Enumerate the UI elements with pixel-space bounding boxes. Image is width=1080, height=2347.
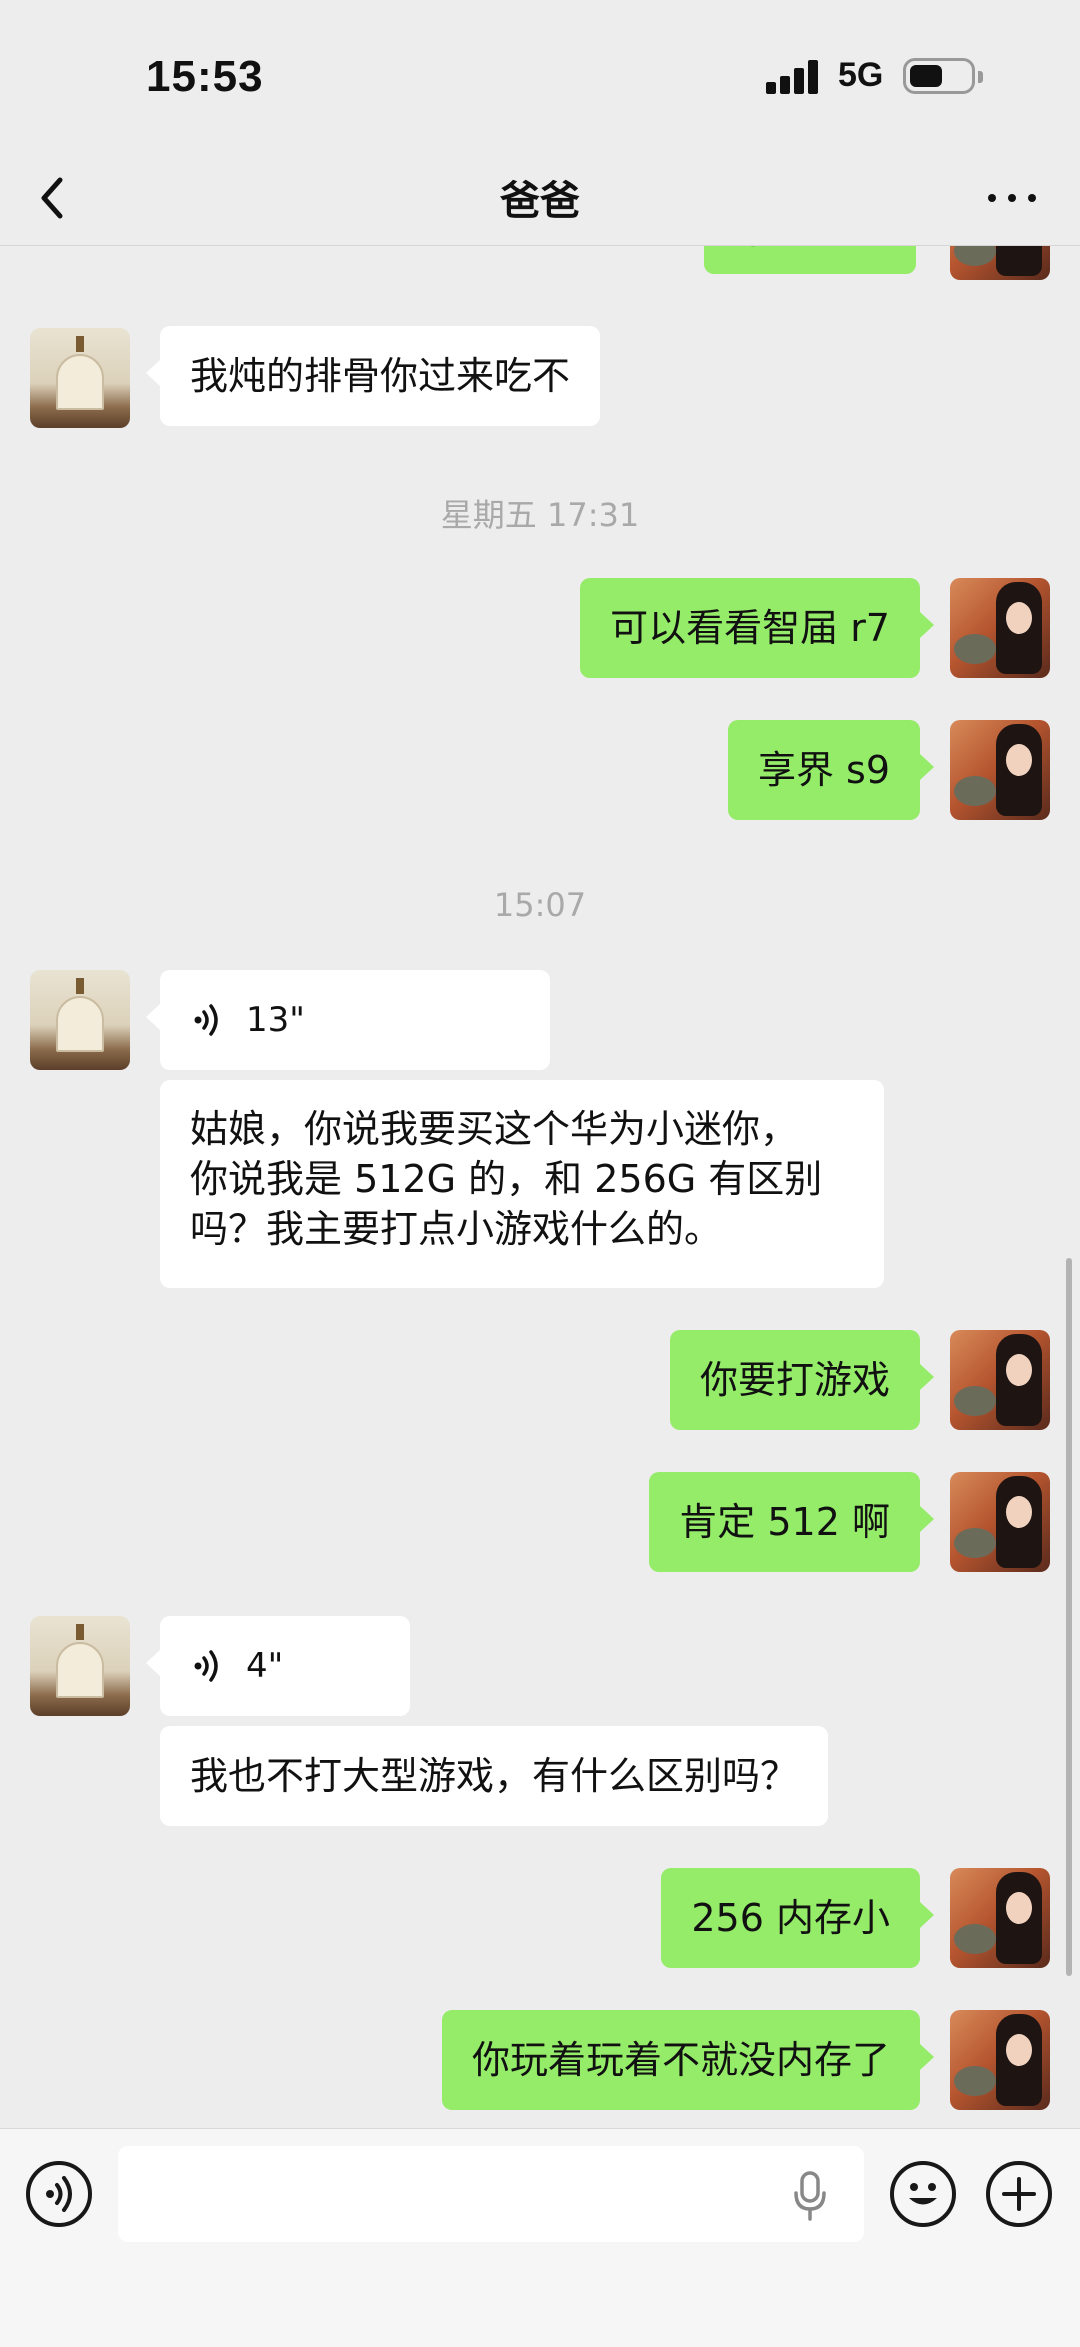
voice-wave-icon (194, 1004, 218, 1036)
plus-icon (1002, 2177, 1036, 2211)
message-bubble-self[interactable]: 你玩着玩着不就没内存了 (441, 2010, 935, 2110)
voice-duration: 4" (246, 1646, 284, 1686)
message-bubble-other[interactable]: 我也不打大型游戏，有什么区别吗？ (160, 1726, 829, 1826)
voice-wave-icon (194, 1650, 218, 1682)
chat-header: 爸爸 (0, 150, 1080, 246)
microphone-icon[interactable] (790, 2169, 830, 2223)
voice-duration: 13" (246, 1000, 305, 1040)
avatar-self[interactable] (950, 1472, 1050, 1572)
avatar-self[interactable] (950, 246, 1050, 280)
emoji-icon (909, 2183, 937, 2205)
message-bubble-self[interactable]: 肯定 512 啊 (649, 1472, 934, 1572)
message-bubble-self[interactable]: 不知道呢 (703, 246, 916, 274)
avatar-self[interactable] (950, 720, 1050, 820)
network-type: 5G (838, 56, 884, 94)
message-timestamp: 星期五 17:31 (440, 496, 640, 534)
voice-toggle-button[interactable] (26, 2161, 92, 2227)
message-line: 姑娘，你说我要买这个华为小迷你， (190, 1107, 799, 1151)
message-line: 吗？我主要打点小游戏什么的。 (190, 1207, 723, 1251)
message-bubble-self[interactable]: 享界 s9 (727, 720, 935, 820)
emoji-button[interactable] (890, 2161, 956, 2227)
input-bar (0, 2128, 1080, 2347)
signal-icon (766, 58, 820, 94)
status-bar: 15:53 5G (0, 0, 1080, 150)
message-bubble-self[interactable]: 你要打游戏 (669, 1330, 935, 1430)
message-bubble-other[interactable]: 我炖的排骨你过来吃不 (145, 326, 601, 426)
page-title: 爸爸 (500, 178, 580, 224)
status-time: 15:53 (146, 52, 264, 101)
avatar-dad[interactable] (30, 1616, 130, 1716)
scrollbar[interactable] (1066, 1258, 1072, 1976)
message-input[interactable] (118, 2146, 864, 2242)
message-bubble-other[interactable]: 姑娘，你说我要买这个华为小迷你， 你说我是 512G 的，和 256G 有区别 … (160, 1080, 884, 1288)
message-bubble-self[interactable]: 256 内存小 (661, 1868, 934, 1968)
avatar-self[interactable] (950, 1868, 1050, 1968)
voice-icon (46, 2176, 72, 2212)
more-button[interactable] (978, 168, 1048, 228)
message-line: 你说我是 512G 的，和 256G 有区别 (190, 1157, 823, 1201)
avatar-self[interactable] (950, 578, 1050, 678)
message-bubble-self[interactable]: 可以看看智届 r7 (580, 578, 934, 678)
battery-icon (903, 58, 983, 94)
add-button[interactable] (986, 2161, 1052, 2227)
avatar-dad[interactable] (30, 970, 130, 1070)
voice-message[interactable]: 13" (146, 970, 550, 1070)
message-timestamp: 15:07 (493, 886, 587, 924)
avatar-self[interactable] (950, 1330, 1050, 1430)
avatar-dad[interactable] (30, 328, 130, 428)
message-list[interactable]: 不知道呢 我炖的排骨你过来吃不 星期五 17:31 可以看看智届 r7 享界 s… (0, 246, 1080, 2128)
avatar-self[interactable] (950, 2010, 1050, 2110)
voice-message[interactable]: 4" (146, 1616, 410, 1716)
